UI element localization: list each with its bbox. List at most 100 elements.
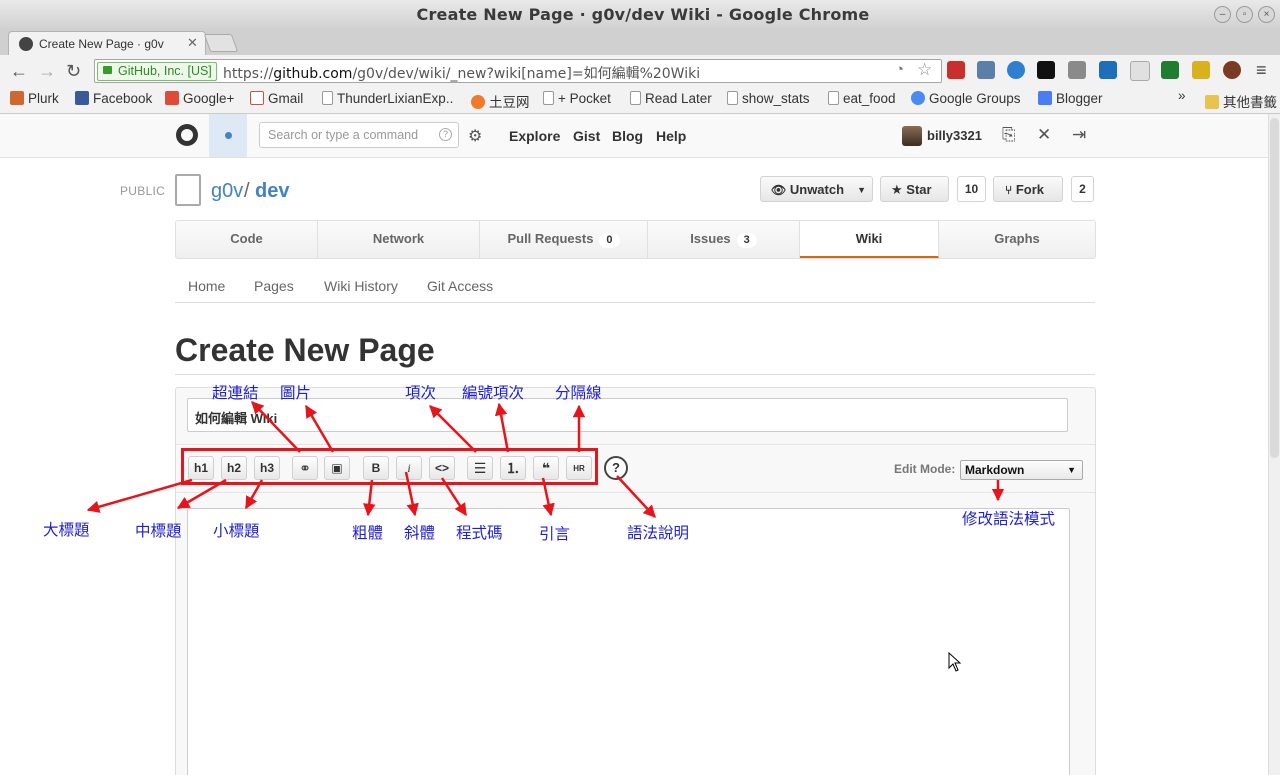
bookmark-item[interactable]: Facebook <box>75 91 152 106</box>
bookmark-item[interactable]: Plurk <box>10 91 59 106</box>
gmail-icon <box>250 91 264 105</box>
avatar[interactable] <box>902 126 922 146</box>
forward-arrow-icon[interactable]: → <box>38 61 56 82</box>
tab-issues[interactable]: Issues 3 <box>648 221 800 258</box>
username-link[interactable]: billy3321 <box>927 128 982 143</box>
search-placeholder: Search or type a command <box>268 128 419 142</box>
annotation-ul: 項次 <box>405 384 437 402</box>
bookmark-item[interactable]: show_stats <box>727 91 810 106</box>
repo-visibility-label: PUBLIC <box>120 184 166 198</box>
syntax-help-button[interactable]: ? <box>604 456 628 480</box>
wiki-nav-git-access[interactable]: Git Access <box>427 278 493 294</box>
minimize-icon[interactable]: – <box>1214 6 1231 23</box>
bookmark-item[interactable]: Read Later <box>630 91 712 106</box>
url-host: github.com <box>273 66 353 82</box>
tab-graphs[interactable]: Graphs <box>939 221 1095 258</box>
back-arrow-icon[interactable]: ← <box>10 61 28 82</box>
browser-tab-active[interactable]: Create New Page · g0v ✕ <box>8 31 206 56</box>
new-repo-icon[interactable]: ⎘ <box>1002 125 1016 145</box>
tab-pull-requests[interactable]: Pull Requests 0 <box>480 221 648 258</box>
star-count[interactable]: 10 <box>957 176 986 202</box>
star-button[interactable]: ★ Star <box>880 176 949 202</box>
edit-mode-select[interactable]: Markdown ▼ <box>960 460 1083 480</box>
wiki-nav-pages[interactable]: Pages <box>254 278 294 294</box>
tab-wiki[interactable]: Wiki <box>800 221 939 258</box>
tab-network[interactable]: Network <box>318 221 480 258</box>
repo-name-link[interactable]: dev <box>255 180 289 203</box>
extension-plus-icon[interactable] <box>1161 61 1179 79</box>
annotation-quote: 引言 <box>539 525 571 543</box>
bookmark-item[interactable]: + Pocket <box>543 91 611 106</box>
bookmarks-overflow-chevron[interactable]: » <box>1178 88 1186 103</box>
page-action-icon[interactable]: ◔ <box>895 61 904 78</box>
annotation-mode: 修改語法模式 <box>962 510 1056 528</box>
nav-blog[interactable]: Blog <box>612 128 643 144</box>
page-icon <box>322 91 333 105</box>
unwatch-button[interactable]: 👁 Unwatch ▼ <box>760 176 873 202</box>
bookmark-star-icon[interactable]: ☆ <box>917 60 932 80</box>
divider <box>175 302 1095 303</box>
wiki-nav-history[interactable]: Wiki History <box>324 278 398 294</box>
scrollbar-thumb[interactable] <box>1270 118 1279 458</box>
page-title-input[interactable]: 如何編輯 Wiki <box>187 398 1068 432</box>
annotation-hr: 分隔線 <box>555 384 602 402</box>
search-help-icon[interactable]: ? <box>439 128 452 141</box>
divider <box>176 444 1095 445</box>
reload-icon[interactable]: ↻ <box>66 61 81 82</box>
fork-count[interactable]: 2 <box>1071 176 1094 202</box>
annotation-code: 程式碼 <box>456 524 503 542</box>
chrome-menu-icon[interactable]: ≡ <box>1256 60 1267 81</box>
extension-calendar-icon[interactable] <box>977 61 995 79</box>
command-bar-icon[interactable]: ⚙ <box>468 126 482 146</box>
repo-owner-link[interactable]: g0v <box>211 180 243 203</box>
fork-icon: ⑂ <box>1005 183 1013 197</box>
ev-certificate-badge[interactable]: GitHub, Inc. [US] <box>97 62 217 81</box>
bookmark-item[interactable]: Google+ <box>165 91 234 106</box>
edit-mode-value: Markdown <box>965 463 1025 477</box>
page-icon <box>543 91 554 105</box>
annotation-help: 語法說明 <box>627 524 690 542</box>
bookmark-item[interactable]: Google Groups <box>911 91 1021 106</box>
tab-close-icon[interactable]: ✕ <box>187 35 198 51</box>
extension-sync-icon[interactable] <box>1007 61 1025 79</box>
close-window-icon[interactable]: × <box>1258 6 1275 23</box>
other-bookmarks[interactable]: 其他書籤 <box>1205 91 1277 111</box>
edit-mode-label: Edit Mode: <box>894 462 956 476</box>
page-body-textarea[interactable] <box>187 508 1070 775</box>
address-bar[interactable]: GitHub, Inc. [US] https://github.com/g0v… <box>94 59 942 83</box>
extension-k-icon[interactable] <box>1099 61 1117 79</box>
maximize-icon[interactable]: ▫ <box>1236 6 1253 23</box>
extension-key-icon[interactable] <box>1192 61 1210 79</box>
bookmark-item[interactable]: eat_food <box>828 91 896 106</box>
page-scrollbar[interactable] <box>1268 114 1280 775</box>
tab-code[interactable]: Code <box>176 221 318 258</box>
fork-button[interactable]: ⑂ Fork <box>993 176 1063 202</box>
folder-icon <box>1205 95 1219 109</box>
extension-avatar-icon[interactable] <box>1223 61 1241 79</box>
notifications-button[interactable] <box>209 114 247 157</box>
bookmark-item[interactable]: 土豆网 <box>471 91 530 111</box>
divider <box>175 374 1095 375</box>
extension-tool-icon[interactable] <box>1068 61 1086 79</box>
extension-info-icon[interactable] <box>1037 61 1055 79</box>
extension-grey-icon[interactable] <box>1130 61 1150 81</box>
chevron-down-icon: ▼ <box>1067 465 1076 475</box>
github-logo-icon[interactable] <box>176 124 198 146</box>
nav-explore[interactable]: Explore <box>509 128 560 144</box>
nav-help[interactable]: Help <box>656 128 686 144</box>
bookmark-item[interactable]: ThunderLixianExp.. <box>322 91 453 106</box>
bookmark-item[interactable]: Gmail <box>250 91 303 106</box>
bookmark-item[interactable]: Blogger <box>1038 91 1103 106</box>
page-icon <box>828 91 839 105</box>
page-icon <box>727 91 738 105</box>
sign-out-icon[interactable]: ⇥ <box>1072 125 1086 145</box>
window-titlebar: Create New Page · g0v/dev Wiki - Google … <box>0 0 1280 29</box>
settings-tools-icon[interactable]: ✕ <box>1037 125 1051 145</box>
wiki-nav-home[interactable]: Home <box>188 278 225 294</box>
repo-path-separator: / <box>244 180 250 202</box>
nav-gist[interactable]: Gist <box>573 128 600 144</box>
extension-red-book-icon[interactable] <box>947 61 965 79</box>
search-input[interactable]: Search or type a command ? <box>259 122 459 148</box>
new-tab-button[interactable] <box>203 34 239 52</box>
annotation-h2: 中標題 <box>135 522 182 540</box>
